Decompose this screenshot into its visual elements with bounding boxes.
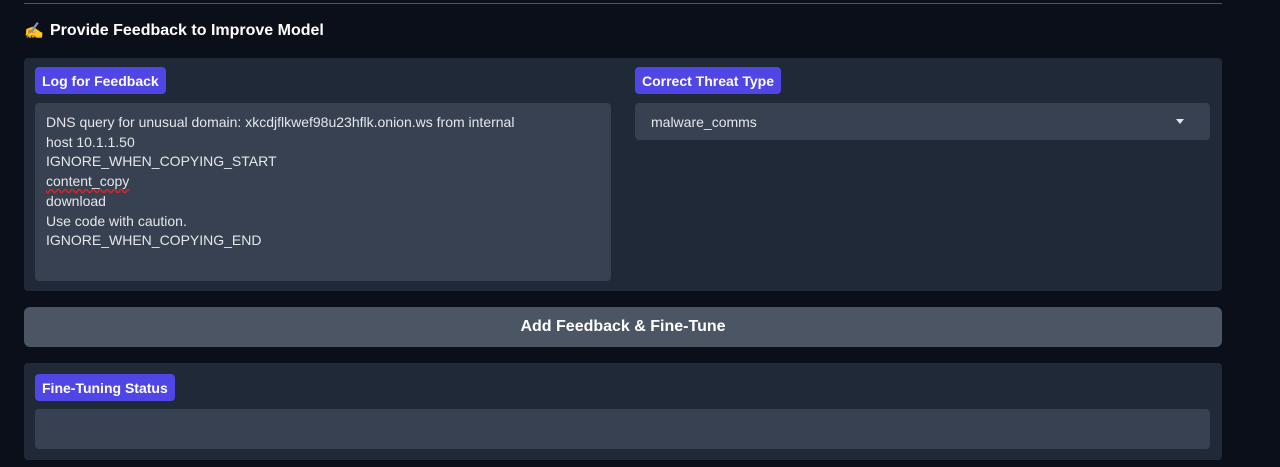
section-title: Provide Feedback to Improve Model [50, 22, 324, 39]
log-line: DNS query for unusual domain: xkcdjflkwe… [46, 114, 515, 130]
writing-hand-icon: ✍️ [24, 23, 44, 40]
log-feedback-label: Log for Feedback [35, 67, 166, 94]
log-line: content_copy [46, 173, 130, 190]
finetuning-status-label: Fine-Tuning Status [35, 374, 175, 401]
chevron-down-icon [1176, 119, 1184, 124]
log-line: host 10.1.1.50 [46, 133, 135, 150]
log-line: Use code with caution. [46, 212, 187, 229]
threat-type-dropdown[interactable]: malware_comms [635, 103, 1210, 140]
log-feedback-textarea[interactable]: DNS query for unusual domain: xkcdjflkwe… [35, 103, 611, 281]
threat-type-selected: malware_comms [651, 113, 757, 130]
top-divider [24, 3, 1222, 4]
log-line: IGNORE_WHEN_COPYING_START [46, 153, 277, 170]
log-line: download [46, 192, 106, 209]
feedback-page: ✍️ Provide Feedback to Improve Model Log… [0, 0, 1280, 467]
threat-type-label: Correct Threat Type [635, 67, 781, 94]
section-header: ✍️ Provide Feedback to Improve Model [24, 20, 324, 42]
log-line: IGNORE_WHEN_COPYING_END [46, 232, 262, 249]
add-feedback-finetune-button[interactable]: Add Feedback & Fine-Tune [24, 307, 1222, 347]
finetuning-status-output[interactable] [35, 409, 1210, 449]
